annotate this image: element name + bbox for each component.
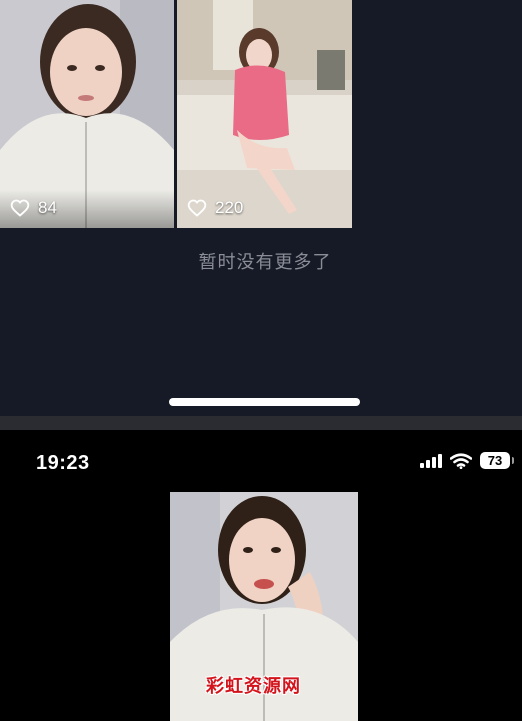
feed-post-tile[interactable]: 84 [0, 0, 174, 228]
like-count-row: 84 [10, 198, 57, 218]
like-count-row: 220 [187, 198, 243, 218]
watermark-text: 彩虹资源网 [206, 676, 301, 697]
like-count: 220 [215, 198, 244, 217]
home-indicator[interactable] [169, 398, 360, 406]
post-thumbnail-image [0, 0, 174, 228]
post-thumbnail-image [177, 0, 352, 228]
wifi-icon [450, 452, 472, 469]
status-icons: 73 [420, 452, 514, 469]
like-count: 84 [38, 198, 57, 217]
screenshot-divider [0, 416, 522, 430]
heart-icon [187, 199, 207, 217]
cellular-signal-icon [420, 453, 442, 468]
battery-icon: 73 [480, 452, 514, 469]
status-time: 19:23 [36, 452, 90, 474]
end-of-list-message: 暂时没有更多了 [198, 252, 332, 272]
heart-icon [10, 199, 30, 217]
video-screen: 19:23 73 彩虹资源网 [0, 430, 522, 721]
profile-feed-screen: 84 220 暂时没有更多了 [0, 0, 522, 416]
feed-post-tile[interactable]: 220 [177, 0, 352, 228]
video-player[interactable]: 彩虹资源网 [170, 492, 358, 721]
